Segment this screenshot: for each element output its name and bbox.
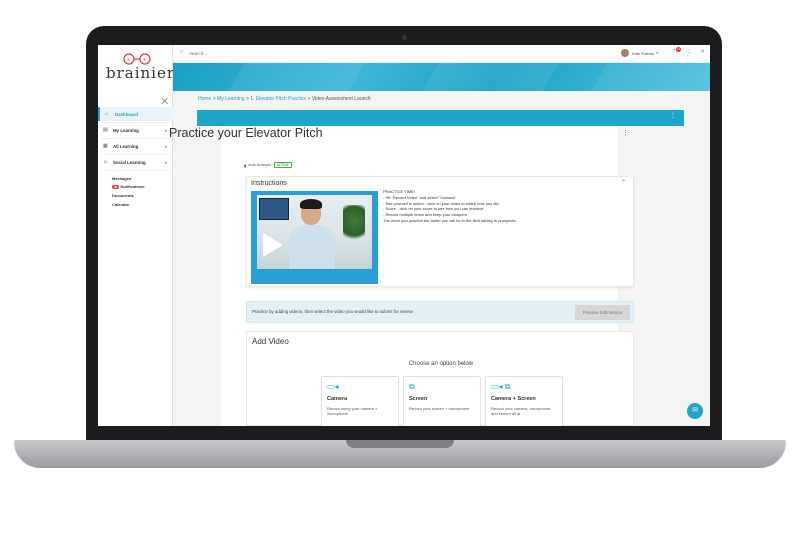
sidebar-item-label: Social Learning xyxy=(113,159,146,165)
add-video-title: Add Video xyxy=(252,337,289,346)
search-icon: ⌕ xyxy=(180,49,184,55)
instructions-card: Instructions ⌃ PRACTICE TIME! - Hit "Rec… xyxy=(246,176,634,287)
banner-facet xyxy=(415,63,571,91)
grid-icon: ▦ xyxy=(103,143,108,149)
instruction-line: The more you practice the better you wil… xyxy=(383,217,517,223)
person-graphic xyxy=(289,225,335,269)
option-camera[interactable]: ▭◂ Camera Record using your camera + mic… xyxy=(321,376,399,426)
avatar xyxy=(621,49,629,57)
option-title: Camera + Screen xyxy=(491,396,536,402)
user-menu[interactable]: Kale Francis ▾ xyxy=(621,49,658,57)
option-description: Record your camera, microphone, and scre… xyxy=(491,406,552,416)
chat-button[interactable]: ✉ xyxy=(687,403,703,419)
bar-chart-icon: ▮ xyxy=(244,163,247,168)
notification-badge: 99 xyxy=(112,185,120,189)
svg-text:+: + xyxy=(143,57,146,63)
search-input[interactable] xyxy=(189,49,309,58)
camera-screen-icon: ▭◂ ⧉ xyxy=(491,382,511,391)
page-title: Practice your Elevator Pitch xyxy=(169,126,323,140)
add-video-card: Add Video Choose an option below ▭◂ Came… xyxy=(246,331,634,426)
option-title: Camera xyxy=(327,396,348,402)
chevron-down-icon: ▾ xyxy=(165,143,168,149)
svg-text:+: + xyxy=(127,57,130,63)
home-icon: ⌂ xyxy=(105,111,109,117)
chat-icon: ✉ xyxy=(692,407,698,414)
instructions-title: Instructions xyxy=(251,180,287,187)
person-hair-graphic xyxy=(300,199,322,209)
sidebar-item-my-learning[interactable]: ▤ My Learning ▾ xyxy=(98,123,173,137)
chevron-up-icon[interactable]: ⌃ xyxy=(621,179,626,186)
camera-icon: ▭◂ xyxy=(327,382,339,391)
webcam-icon xyxy=(402,35,407,40)
auto-analysis-label: Auto Analysis xyxy=(248,163,271,167)
option-screen[interactable]: ⧉ Screen Record your screen + microphone xyxy=(403,376,481,426)
auto-analysis-row: ▮ Auto Analysis ACTIVE xyxy=(244,162,292,168)
user-name: Kale Francis xyxy=(632,50,655,56)
practice-text: Practice by adding videos, then select t… xyxy=(252,309,413,314)
play-icon[interactable] xyxy=(263,233,283,257)
help-icon[interactable]: ⓘ xyxy=(686,48,692,57)
notification-count-badge: 13 xyxy=(676,47,681,52)
breadcrumb-home[interactable]: Home xyxy=(198,96,211,102)
header-banner xyxy=(173,63,710,91)
chevron-down-icon: ▾ xyxy=(165,159,168,165)
sidebar-item-documents[interactable]: Documents xyxy=(112,193,134,198)
choose-option-text: Choose an option below xyxy=(408,361,474,367)
banner-facet xyxy=(575,63,710,91)
people-icon: ☺ xyxy=(103,159,109,165)
laptop-notch xyxy=(346,440,454,448)
sidebar: + + brainier ✕ ⌂ Dashboard ▤ My Learning… xyxy=(98,45,174,426)
sidebar-item-all-learning[interactable]: ▦ All Learning ▾ xyxy=(98,139,173,153)
logo-text: brainier xyxy=(106,64,176,82)
chevron-down-icon: ▾ xyxy=(656,51,658,55)
video-frame xyxy=(257,195,372,269)
kebab-menu-icon[interactable]: ⋮ xyxy=(622,129,629,137)
sidebar-item-calendar[interactable]: Calendar xyxy=(112,202,129,207)
brainier-logo[interactable]: + + brainier xyxy=(104,50,174,84)
top-bar: ⌕ Kale Francis ▾ ◔ 13 ⓘ ✕ xyxy=(173,45,710,63)
breadcrumb-current: Video Assessment Launch xyxy=(311,96,371,102)
instructions-text: PRACTICE TIME! - Hit "Record Video" and … xyxy=(383,189,623,224)
option-description: Record using your camera + microphone xyxy=(327,406,378,416)
tools-icon[interactable]: ✕ xyxy=(700,48,705,55)
book-icon: ▤ xyxy=(103,127,108,133)
screen-share-icon: ⧉ xyxy=(409,382,415,391)
divider xyxy=(102,170,169,171)
sidebar-item-label: All Learning xyxy=(113,143,139,149)
sidebar-item-messages[interactable]: Messages xyxy=(112,176,131,181)
course-header-bar xyxy=(197,110,684,126)
prepare-submission-button[interactable]: Prepare Submission xyxy=(575,305,630,320)
sidebar-item-social-learning[interactable]: ☺ Social Learning ▾ xyxy=(98,155,173,169)
breadcrumb: Home > My Learning > 1. Elevator Pitch P… xyxy=(198,96,371,102)
practice-info-bar: Practice by adding videos, then select t… xyxy=(246,301,634,323)
option-camera-screen[interactable]: ▭◂ ⧉ Camera + Screen Record your camera,… xyxy=(485,376,563,426)
instruction-video[interactable] xyxy=(251,191,378,284)
breadcrumb-course[interactable]: 1. Elevator Pitch Practice xyxy=(250,96,306,102)
sidebar-item-label: Notifications xyxy=(120,184,145,189)
option-title: Screen xyxy=(409,396,428,402)
status-badge: ACTIVE xyxy=(273,162,292,168)
option-description: Record your screen + microphone xyxy=(409,406,470,411)
sidebar-item-dashboard[interactable]: ⌂ Dashboard xyxy=(98,107,173,121)
sidebar-item-notifications[interactable]: 99 Notifications xyxy=(112,184,145,189)
more-options-icon[interactable]: ⋮ xyxy=(670,112,676,119)
monitor-graphic xyxy=(259,198,289,220)
sidebar-item-label: My Learning xyxy=(113,127,139,133)
breadcrumb-my-learning[interactable]: My Learning xyxy=(217,96,245,102)
plant-graphic xyxy=(343,205,365,245)
banner-facet xyxy=(215,63,371,91)
app-screen: + + brainier ✕ ⌂ Dashboard ▤ My Learning… xyxy=(98,45,710,426)
sidebar-item-label: Dashboard xyxy=(115,111,138,117)
